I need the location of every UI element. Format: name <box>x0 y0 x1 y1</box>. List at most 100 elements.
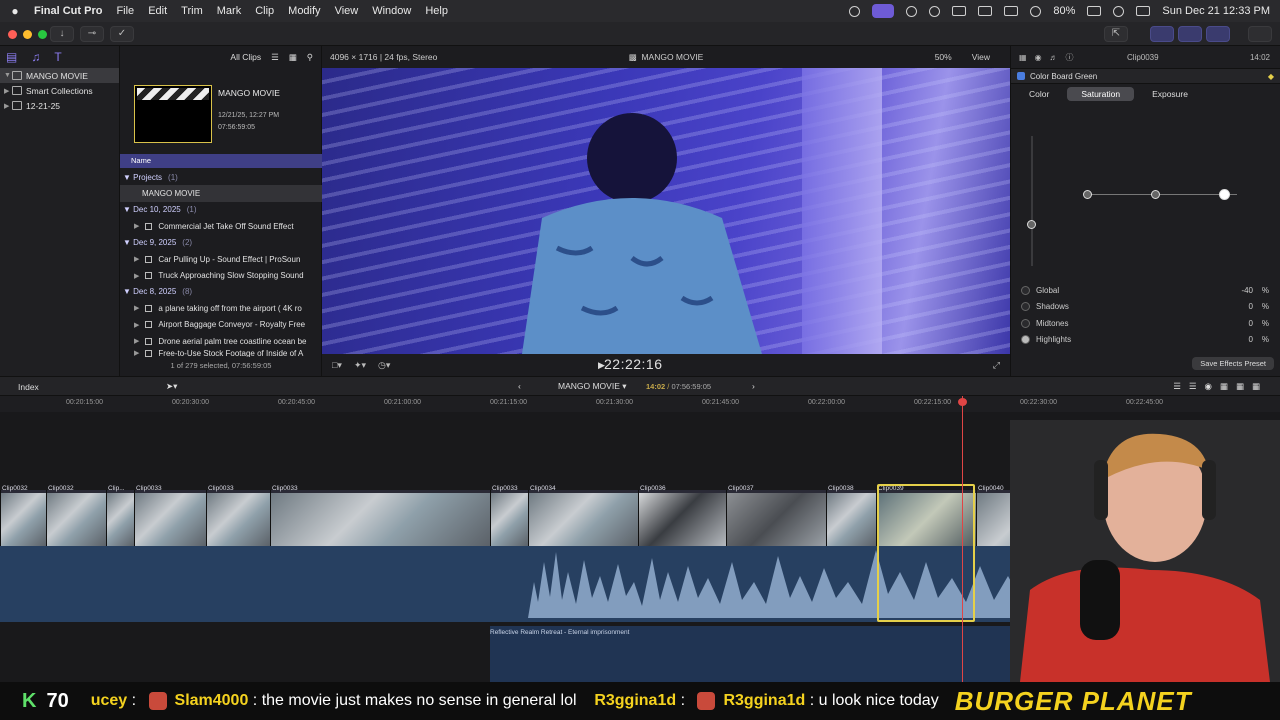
screen-record-icon[interactable] <box>849 5 861 17</box>
battery-icon[interactable] <box>1087 6 1102 16</box>
film-icon[interactable]: ▦ <box>1019 53 1027 62</box>
menu-help[interactable]: Help <box>425 5 448 17</box>
keywords-icon[interactable]: ⊸ <box>80 26 104 42</box>
list-view-icon[interactable]: ▦ <box>289 52 297 63</box>
video-overlay-icon[interactable] <box>872 4 895 18</box>
disclosure-icon[interactable]: ▶ <box>134 304 139 312</box>
timecode-display[interactable]: 22:22:16 <box>604 356 663 372</box>
clip-filter-dropdown[interactable]: All Clips <box>230 52 261 62</box>
midtones-puck[interactable] <box>1151 190 1160 199</box>
global-puck[interactable] <box>1027 220 1036 229</box>
list-item[interactable]: ▶ Drone aerial palm tree coastline ocean … <box>120 333 322 349</box>
timeline-clip[interactable]: Clip0033 <box>270 485 490 546</box>
control-row-highlights[interactable]: Highlights 0% <box>1011 332 1280 349</box>
list-item[interactable]: ▶ Free-to-Use Stock Footage of Inside of … <box>120 349 322 357</box>
back-arrow-icon[interactable]: ‹ <box>518 381 521 391</box>
menu-edit[interactable]: Edit <box>148 5 167 17</box>
clip-appearance-icon[interactable]: ☰ <box>271 52 279 63</box>
effect-row[interactable]: Color Board Green ◆ <box>1011 68 1280 84</box>
share-icon[interactable]: ⇱ <box>1104 26 1128 42</box>
name-column-header[interactable]: Name <box>120 154 322 168</box>
menu-mark[interactable]: Mark <box>217 5 241 17</box>
timeline-tools[interactable]: ☰☰◉▦▦▦ <box>1173 381 1268 392</box>
apple-icon[interactable]: ● <box>8 4 22 18</box>
disclosure-icon[interactable]: ▶ <box>134 321 139 329</box>
creative-cloud-icon[interactable] <box>906 5 918 17</box>
libraries-icon[interactable]: ▤ <box>6 50 17 64</box>
music-lane[interactable]: Reflective Realm Retreat - Eternal impri… <box>490 626 1090 688</box>
fullscreen-icon[interactable] <box>1248 26 1272 42</box>
timeline-index-button[interactable]: Index <box>18 382 39 392</box>
effect-enable-checkbox[interactable] <box>1017 72 1025 80</box>
menu-view[interactable]: View <box>335 5 359 17</box>
video-frame[interactable] <box>322 68 1010 354</box>
list-item[interactable]: ▼ Dec 10, 2025 (1) <box>120 202 322 218</box>
tab-color[interactable]: Color <box>1015 87 1063 101</box>
disclosure-icon[interactable]: ▶ <box>134 337 139 345</box>
timeline-clip[interactable]: Clip0036 <box>638 485 726 546</box>
timeline-clip[interactable]: Clip0032 <box>46 485 106 546</box>
tab-saturation[interactable]: Saturation <box>1067 87 1135 101</box>
timeline-clip[interactable]: Clip0033 <box>134 485 206 546</box>
disclosure-icon[interactable]: ▶ <box>4 87 12 95</box>
control-row-midtones[interactable]: Midtones 0% <box>1011 315 1280 332</box>
list-item[interactable]: ▶ Truck Approaching Slow Stopping Sound <box>120 267 322 283</box>
playhead-handle[interactable] <box>958 398 967 406</box>
app-menu[interactable]: Final Cut Pro <box>34 5 102 17</box>
disclosure-icon[interactable]: ▶ <box>4 102 12 110</box>
info-icon[interactable]: ⓘ <box>1066 52 1074 63</box>
import-icon[interactable]: ↓ <box>50 26 74 42</box>
search-icon[interactable]: ⚲ <box>307 52 313 63</box>
list-item[interactable]: ▶ Airport Baggage Conveyor - Royalty Free <box>120 317 322 333</box>
clock[interactable]: Sun Dec 21 12:33 PM <box>1162 5 1270 17</box>
timeline-toggle-icon[interactable] <box>1178 26 1202 42</box>
control-row-global[interactable]: Global -40% <box>1011 282 1280 299</box>
play-icon[interactable] <box>929 5 941 17</box>
forward-arrow-icon[interactable]: › <box>752 381 755 391</box>
disclosure-icon[interactable]: ▼ <box>4 72 12 79</box>
inspector-toggle-icon[interactable] <box>1206 26 1230 42</box>
photos-audio-icon[interactable]: ♫ <box>31 50 40 64</box>
disclosure-icon[interactable]: ▶ <box>134 222 139 230</box>
wifi-icon[interactable] <box>1030 5 1042 17</box>
playhead[interactable] <box>962 396 963 686</box>
audio-icon[interactable]: ♬ <box>1050 53 1058 62</box>
select-tool-icon[interactable]: ➤▾ <box>166 381 177 392</box>
master-slider[interactable] <box>1031 136 1033 266</box>
background-tasks-icon[interactable]: ✓ <box>110 26 134 42</box>
audio-waveform[interactable] <box>528 542 1088 618</box>
saturation-board[interactable] <box>1027 126 1271 276</box>
control-value[interactable]: 0 <box>1249 302 1253 311</box>
timeline-clip[interactable]: Clip0032 <box>0 485 46 546</box>
menu-trim[interactable]: Trim <box>181 5 203 17</box>
control-value[interactable]: 0 <box>1249 319 1253 328</box>
menu-modify[interactable]: Modify <box>288 5 320 17</box>
list-item[interactable]: MANGO MOVIE <box>120 185 322 202</box>
keyframe-icon[interactable]: ◆ <box>1268 72 1274 81</box>
disclosure-icon[interactable]: ▶ <box>134 349 139 357</box>
timeline-project-name[interactable]: MANGO MOVIE ▾ <box>558 381 627 392</box>
fullscreen-viewer-icon[interactable]: ⤢ <box>993 360 1000 371</box>
transform-icon[interactable]: □▾ <box>332 360 342 371</box>
timeline-clip[interactable]: Clip0034 <box>528 485 638 546</box>
close-window-button[interactable] <box>8 30 17 39</box>
tab-exposure[interactable]: Exposure <box>1138 87 1202 101</box>
bluetooth-icon[interactable] <box>1004 6 1019 16</box>
effect-name-dropdown[interactable]: Color Board Green <box>1030 72 1097 81</box>
timeline-ruler[interactable]: 00:20:15:00 00:20:30:00 00:20:45:00 00:2… <box>0 396 1280 412</box>
list-item[interactable]: ▶ Car Pulling Up - Sound Effect | ProSoun <box>120 251 322 267</box>
save-effects-preset-button[interactable]: Save Effects Preset <box>1192 357 1274 370</box>
selected-clip-outline[interactable] <box>877 484 975 622</box>
disclosure-icon[interactable]: ▶ <box>134 255 139 263</box>
menu-clip[interactable]: Clip <box>255 5 274 17</box>
list-item[interactable]: ▶ a plane taking off from the airport ( 4… <box>120 300 322 316</box>
timeline-clip[interactable]: Clip0037 <box>726 485 826 546</box>
timeline-clip[interactable]: Clip0038 <box>826 485 876 546</box>
enhance-icon[interactable]: ✦▾ <box>354 360 366 371</box>
timeline-clip[interactable]: Clip0033 <box>490 485 528 546</box>
shadows-puck[interactable] <box>1083 190 1092 199</box>
timeline-clip[interactable]: Clip... <box>106 485 134 546</box>
list-item[interactable]: ▼ Projects (1) <box>120 169 322 185</box>
search-icon[interactable] <box>1113 5 1125 17</box>
control-row-shadows[interactable]: Shadows 0% <box>1011 299 1280 316</box>
